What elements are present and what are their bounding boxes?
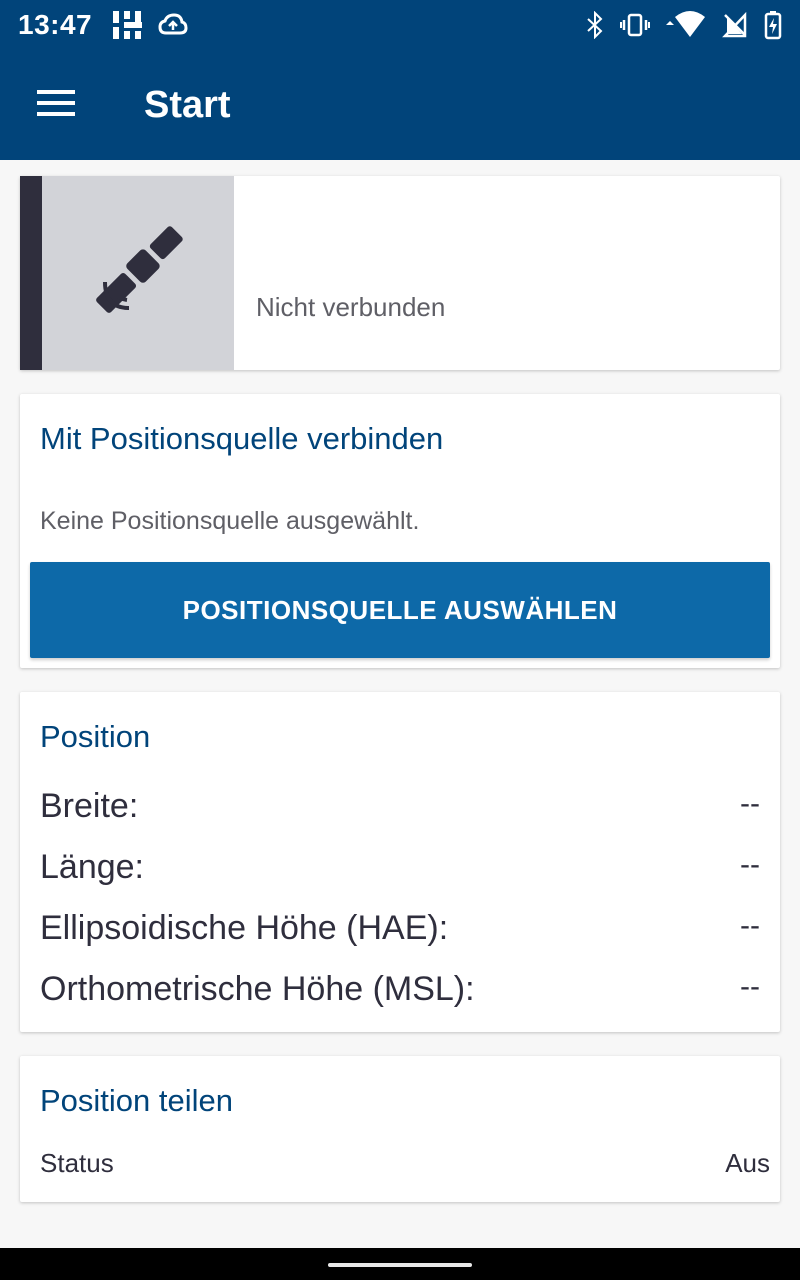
position-value: -- (740, 848, 760, 881)
share-card-title: Position teilen (40, 1083, 234, 1118)
position-source-card: Mit Positionsquelle verbinden Keine Posi… (20, 394, 780, 668)
share-status-label: Status (40, 1148, 114, 1178)
position-label: Orthometrische Höhe (MSL): (40, 970, 475, 1008)
position-label: Breite: (40, 787, 139, 825)
source-card-title: Mit Positionsquelle verbinden (40, 421, 444, 456)
connection-icon-box (42, 176, 234, 370)
position-label: Länge: (40, 848, 144, 886)
bluetooth-icon (586, 11, 604, 39)
battery-charging-icon (764, 10, 782, 40)
status-bar: 13:47 (0, 0, 800, 50)
menu-button[interactable] (0, 50, 112, 160)
grid-notification-icon (112, 10, 144, 40)
satellite-icon (83, 216, 193, 331)
share-status-value: Aus (725, 1148, 770, 1178)
share-status-row: Status Aus (40, 1148, 770, 1179)
position-value: -- (740, 909, 760, 942)
position-row-latitude: Breite: -- (40, 787, 760, 826)
hamburger-menu-icon (37, 89, 75, 122)
connection-status-text: Nicht verbunden (256, 292, 446, 322)
position-row-longitude: Länge: -- (40, 848, 760, 887)
position-value: -- (740, 970, 760, 1003)
share-position-card[interactable]: Position teilen Status Aus (20, 1056, 780, 1202)
app-bar: Start (0, 50, 800, 160)
position-row-hae: Ellipsoidische Höhe (HAE): -- (40, 909, 760, 948)
status-time: 13:47 (18, 9, 93, 40)
position-row-msl: Orthometrische Höhe (MSL): -- (40, 970, 760, 1009)
vibrate-icon (620, 13, 650, 37)
no-sim-icon (722, 12, 748, 38)
connection-stripe (20, 176, 42, 370)
connection-status-card: Nicht verbunden (20, 176, 780, 370)
position-value: -- (740, 787, 760, 820)
select-source-button[interactable]: POSITIONSQUELLE AUSWÄHLEN (30, 562, 770, 658)
page-title: Start (144, 83, 231, 126)
position-label: Ellipsoidische Höhe (HAE): (40, 909, 449, 947)
wifi-icon (666, 11, 706, 39)
cloud-sync-icon (158, 13, 188, 37)
home-gesture-handle[interactable] (328, 1263, 472, 1267)
position-card-title: Position (40, 719, 151, 754)
position-card: Position Breite: -- Länge: -- Ellipsoidi… (20, 692, 780, 1032)
source-note: Keine Positionsquelle ausgewählt. (40, 507, 420, 535)
system-nav-bar (0, 1248, 800, 1280)
